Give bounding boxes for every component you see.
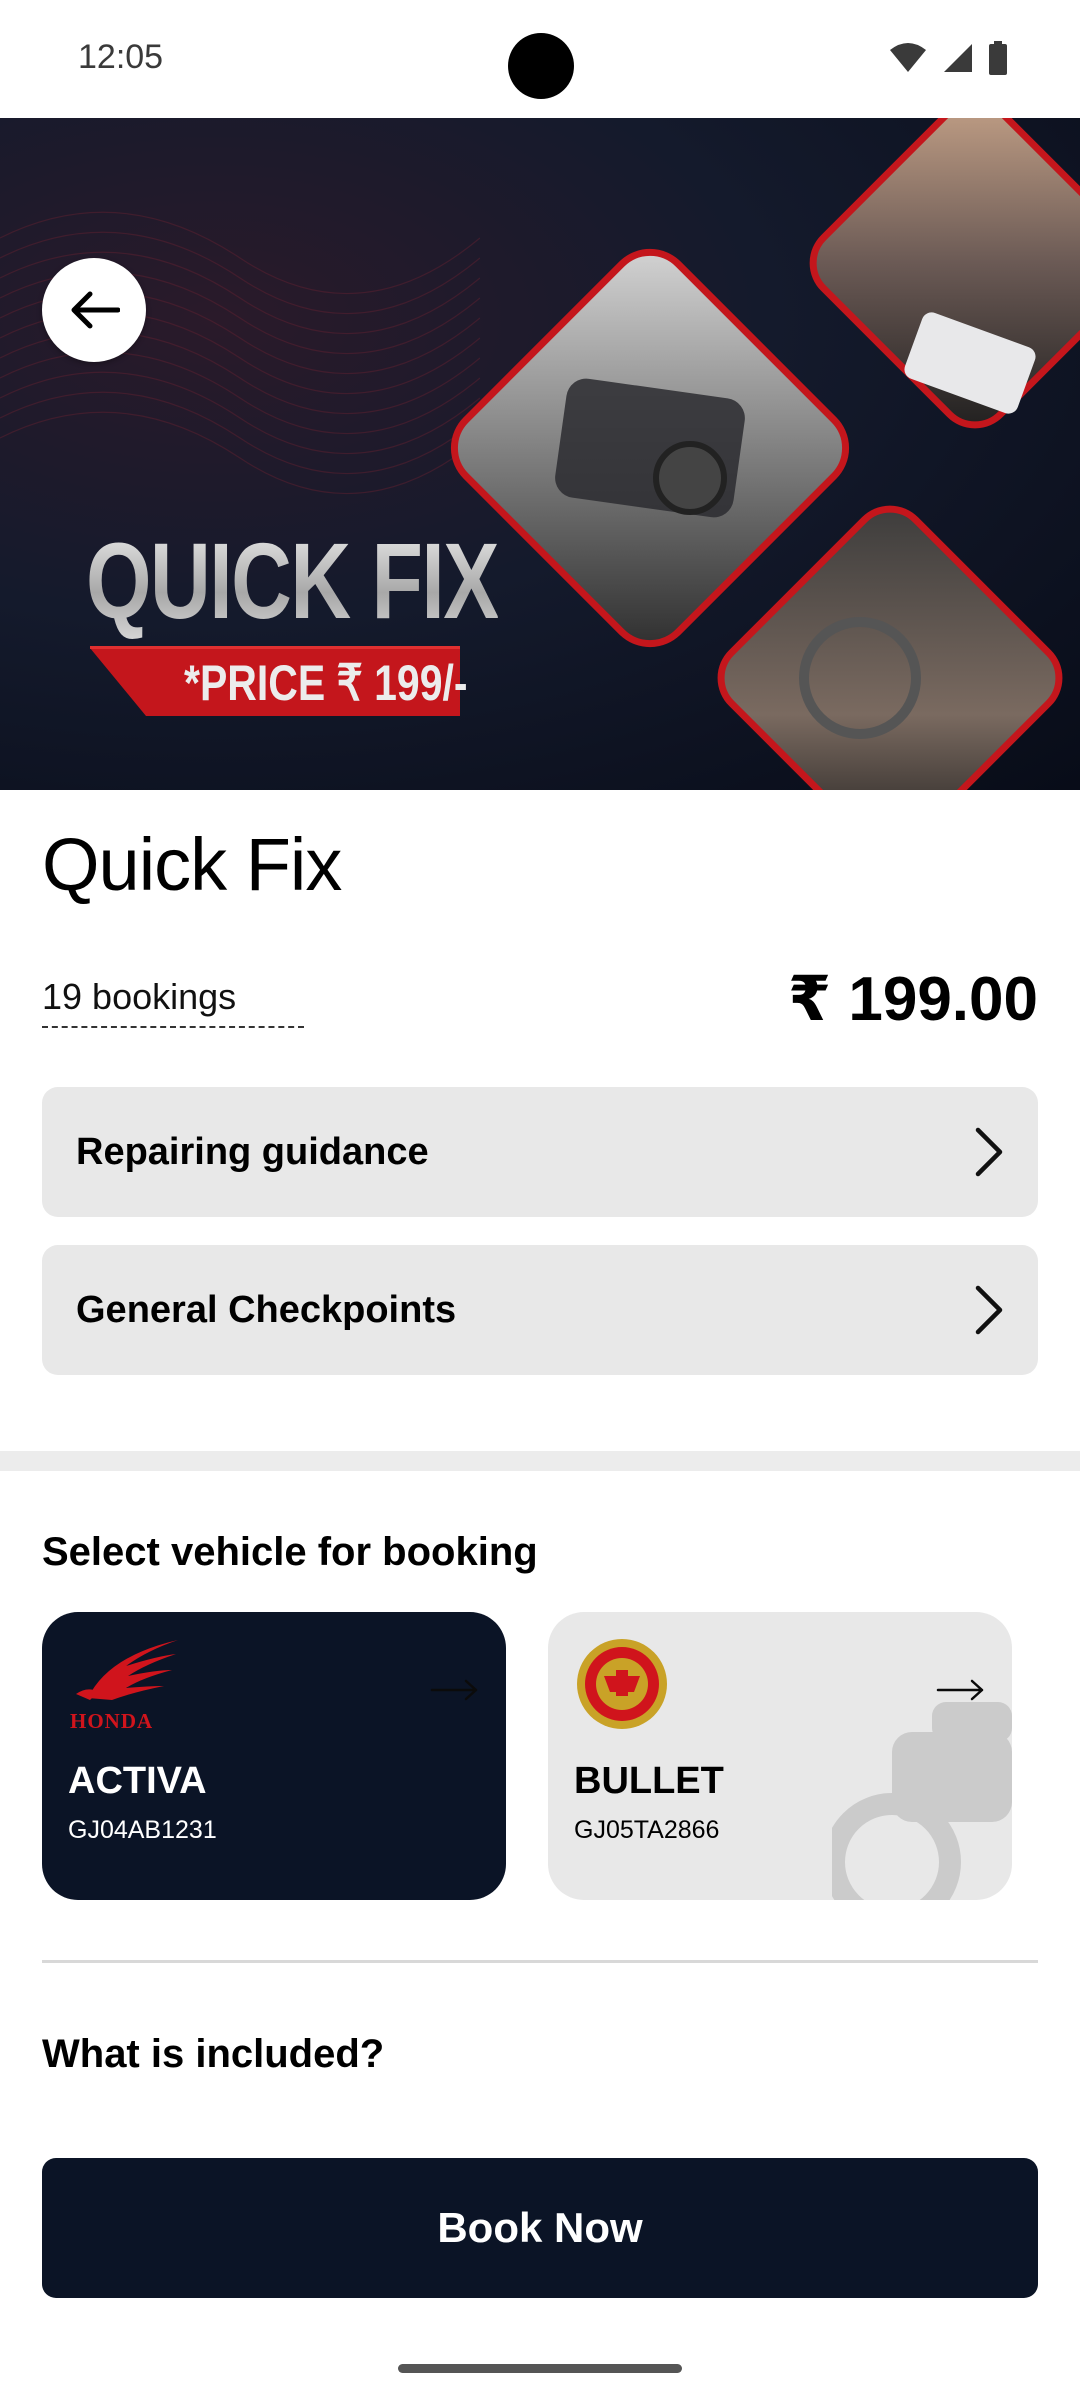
service-price: ₹ 199.00 — [788, 965, 1038, 1034]
book-now-button[interactable]: Book Now — [42, 2158, 1038, 2298]
arrow-right-icon — [936, 1679, 984, 1701]
divider — [42, 1960, 1038, 1963]
hero-title: QUICK FIX — [86, 520, 499, 641]
honda-logo-icon: HONDA — [70, 1640, 178, 1732]
wifi-icon — [890, 43, 926, 72]
section-divider — [0, 1451, 1080, 1471]
vehicle-name: ACTIVA — [68, 1760, 207, 1802]
vehicle-name: BULLET — [574, 1760, 724, 1802]
page-title: Quick Fix — [42, 823, 342, 906]
included-heading: What is included? — [42, 2032, 385, 2076]
vehicle-plate: GJ05TA2866 — [574, 1816, 720, 1844]
royal-enfield-logo-icon — [577, 1639, 667, 1729]
arrow-left-icon — [71, 291, 120, 329]
home-indicator[interactable] — [398, 2364, 682, 2373]
vehicle-card-bullet[interactable]: BULLET GJ05TA2866 — [548, 1612, 1012, 1900]
accordion-general-checkpoints[interactable]: General Checkpoints — [42, 1245, 1038, 1375]
chevron-right-icon — [975, 1285, 1003, 1335]
vehicle-section-heading: Select vehicle for booking — [42, 1530, 538, 1574]
vehicle-plate: GJ04AB1231 — [68, 1816, 217, 1844]
status-bar: 12:05 — [0, 0, 1080, 118]
accordion-label: Repairing guidance — [76, 1130, 429, 1173]
camera-cutout — [508, 33, 574, 99]
bookings-count: 19 bookings — [42, 976, 304, 1028]
hero-banner: QUICK FIX *PRICE ₹ 199/- — [0, 118, 1080, 790]
battery-icon — [989, 41, 1007, 75]
accordion-label: General Checkpoints — [76, 1288, 457, 1331]
back-button[interactable] — [42, 258, 146, 362]
accordion-repairing-guidance[interactable]: Repairing guidance — [42, 1087, 1038, 1217]
signal-icon — [944, 44, 972, 72]
hero-price-text: *PRICE ₹ 199/- — [184, 655, 468, 711]
motorcycle-silhouette-icon — [832, 1702, 1012, 1900]
svg-text:HONDA: HONDA — [70, 1709, 153, 1732]
vehicle-card-activa[interactable]: HONDA ACTIVA GJ04AB1231 — [42, 1612, 506, 1900]
status-time: 12:05 — [78, 38, 164, 76]
hero-photo-mechanic — [809, 118, 1080, 429]
status-icons — [888, 40, 1008, 76]
chevron-right-icon — [975, 1127, 1003, 1177]
arrow-right-icon — [430, 1679, 478, 1701]
